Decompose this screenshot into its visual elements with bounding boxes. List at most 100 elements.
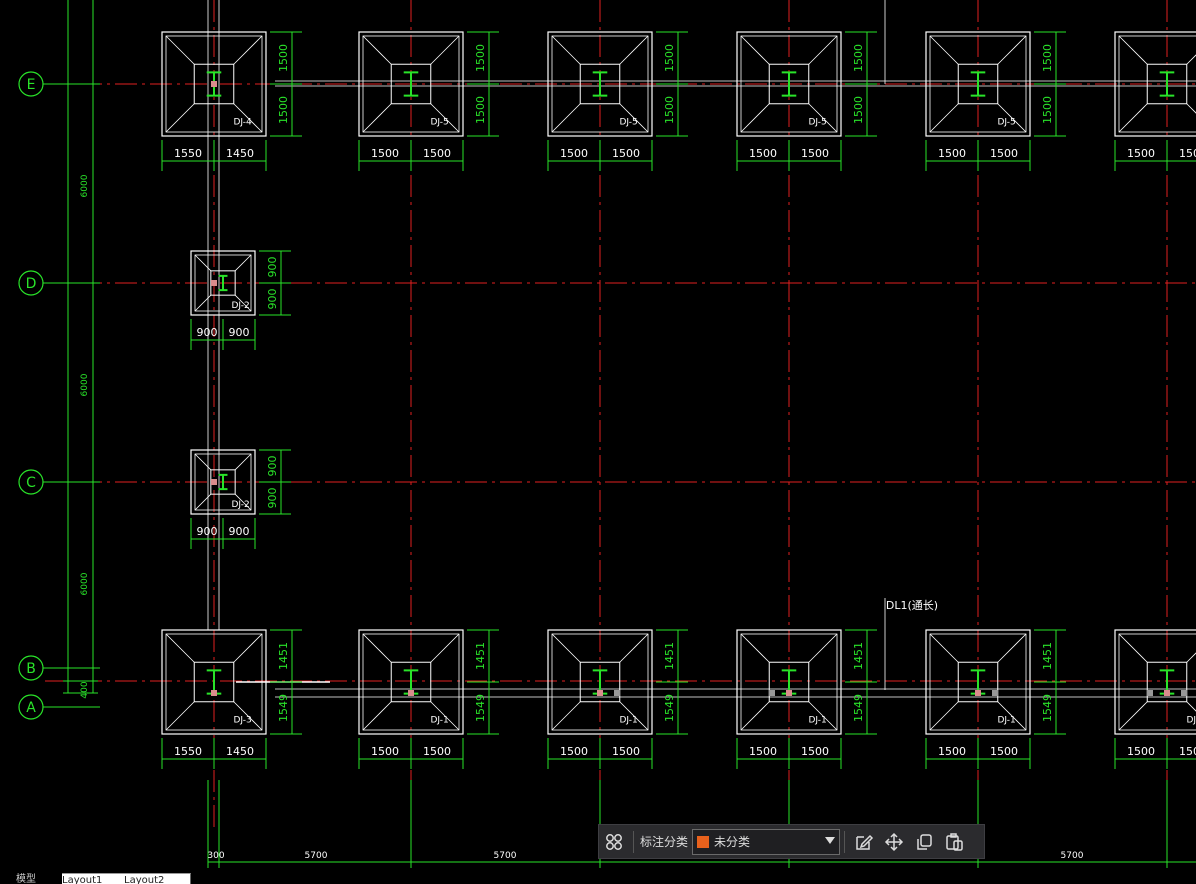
vdim-text: 1451 bbox=[852, 642, 865, 670]
anchor-marker bbox=[786, 690, 792, 696]
vdim-text: 900 bbox=[266, 488, 279, 509]
footing-slope bbox=[1186, 652, 1196, 663]
footing-top: DJ-5 1500 1500 1500 1500 bbox=[736, 31, 877, 171]
footing-slope bbox=[1118, 633, 1148, 663]
anchor-marker bbox=[597, 690, 603, 696]
hdim-text: 1500 bbox=[612, 147, 640, 160]
axis-label-c: C bbox=[26, 475, 36, 491]
hdim-text: 1500 bbox=[371, 147, 399, 160]
copy-icon[interactable] bbox=[909, 827, 939, 857]
hdim-text: 1550 bbox=[174, 745, 202, 758]
vdim-text: 1500 bbox=[474, 96, 487, 124]
bottom-dim-text: 5700 bbox=[494, 851, 517, 861]
paste-icon[interactable] bbox=[939, 827, 969, 857]
bottom-dim-text: 300 bbox=[207, 851, 224, 861]
left-dim-text: 6000 bbox=[80, 174, 90, 197]
tab-layout2[interactable]: Layout2 bbox=[124, 873, 191, 884]
footing-top: 1500 1500 bbox=[1114, 31, 1196, 171]
footing-slope bbox=[619, 35, 649, 65]
footing-slope bbox=[362, 633, 392, 663]
footing-mid: DJ-2 900 900 900 900 bbox=[190, 449, 291, 549]
footing-slope bbox=[551, 103, 581, 133]
hdim-text: 900 bbox=[197, 326, 218, 339]
anchor-marker bbox=[211, 690, 217, 696]
grid-icon[interactable] bbox=[599, 827, 629, 857]
hdim-text: 1500 bbox=[560, 147, 588, 160]
hdim-text: 1500 bbox=[801, 147, 829, 160]
beam-annotation: DL1(通长) bbox=[886, 599, 938, 612]
vdim-text: 1500 bbox=[1041, 44, 1054, 72]
vdim-text: 900 bbox=[266, 257, 279, 278]
grip-marker bbox=[614, 690, 620, 696]
toolbar-divider bbox=[844, 830, 846, 853]
footing-label: DJ-5 bbox=[808, 118, 826, 128]
vdim-text: 1451 bbox=[1041, 642, 1054, 670]
footing-slope bbox=[551, 701, 581, 731]
footing-slope bbox=[1118, 35, 1148, 65]
annotation-category-select[interactable]: 未分类 bbox=[692, 828, 841, 855]
tab-model[interactable]: 模型 bbox=[16, 873, 56, 883]
hdim-text: 1500 bbox=[749, 745, 777, 758]
annotation-category-label: 标注分类 bbox=[640, 835, 689, 849]
vdim-text: 1549 bbox=[852, 694, 865, 722]
left-dim-text: 6000 bbox=[80, 572, 90, 595]
axis-label-a: A bbox=[26, 700, 36, 716]
anchor-marker bbox=[211, 479, 217, 485]
footing-slope bbox=[165, 701, 195, 731]
footing-top: DJ-4 1500 1500 1550 1450 bbox=[161, 31, 302, 171]
hdim-text: 1500 bbox=[990, 147, 1018, 160]
vdim-text: 1500 bbox=[852, 44, 865, 72]
footing-slope bbox=[362, 701, 392, 731]
footing-label: DJ-1 bbox=[1186, 716, 1196, 726]
hdim-text: 1500 bbox=[1179, 147, 1196, 160]
footing-slope bbox=[619, 633, 649, 663]
chevron-down-icon[interactable] bbox=[825, 836, 836, 844]
vdim-text: 1500 bbox=[852, 96, 865, 124]
footing-bottom: DJ-1 1451 1549 1500 1500 bbox=[736, 629, 877, 769]
footing-slope bbox=[740, 35, 770, 65]
vdim-text: 1549 bbox=[277, 694, 290, 722]
footing-slope bbox=[165, 633, 195, 663]
footing-label: DJ-1 bbox=[619, 716, 637, 726]
hdim-text: 1550 bbox=[174, 147, 202, 160]
cad-drawing-canvas[interactable]: E D C B A 6000 6000 6000 400 DJ-4 1500 1500 1550 1450… bbox=[0, 0, 1196, 883]
footing-slope bbox=[1186, 54, 1196, 65]
hdim-text: 1500 bbox=[749, 147, 777, 160]
footing-label: DJ-5 bbox=[997, 118, 1015, 128]
footing-label: DJ-2 bbox=[231, 301, 249, 311]
footing-label: DJ-1 bbox=[808, 716, 826, 726]
bottom-dim-text: 5700 bbox=[305, 851, 328, 861]
hdim-text: 1450 bbox=[226, 745, 254, 758]
footing-slope bbox=[740, 633, 770, 663]
footing-bottom: DJ-1 1451 1549 1500 1500 bbox=[547, 629, 688, 769]
vdim-text: 1549 bbox=[663, 694, 676, 722]
left-dim-text: 400 bbox=[80, 681, 90, 698]
hdim-text: 900 bbox=[197, 525, 218, 538]
footing-label: DJ-3 bbox=[233, 716, 251, 726]
footing-slope bbox=[929, 103, 959, 133]
footing-slope bbox=[929, 633, 959, 663]
hdim-text: 1500 bbox=[938, 147, 966, 160]
tab-layout1[interactable]: Layout1 bbox=[62, 873, 124, 884]
footing-slope bbox=[165, 35, 195, 65]
anchor-marker bbox=[211, 280, 217, 286]
vdim-text: 1500 bbox=[277, 44, 290, 72]
footing-slope bbox=[233, 35, 263, 65]
footing-slope bbox=[1186, 103, 1196, 114]
axis-label-d: D bbox=[26, 276, 37, 292]
move-icon[interactable] bbox=[879, 827, 909, 857]
footing-bottom: DJ-1 1451 1549 1500 1500 bbox=[358, 629, 499, 769]
footing-slope bbox=[1118, 701, 1148, 731]
footing-slope bbox=[233, 633, 263, 663]
anchor-marker bbox=[1164, 690, 1170, 696]
hdim-text: 1500 bbox=[801, 745, 829, 758]
footing-top: DJ-5 1500 1500 1500 1500 bbox=[925, 31, 1066, 171]
axis-label-e: E bbox=[27, 77, 36, 93]
footing-slope bbox=[362, 35, 392, 65]
edit-icon[interactable] bbox=[849, 827, 879, 857]
vdim-text: 1500 bbox=[474, 44, 487, 72]
hdim-text: 1500 bbox=[612, 745, 640, 758]
footing-outer bbox=[1114, 629, 1196, 735]
footing-slope bbox=[194, 294, 212, 312]
grip-marker bbox=[1147, 690, 1153, 696]
